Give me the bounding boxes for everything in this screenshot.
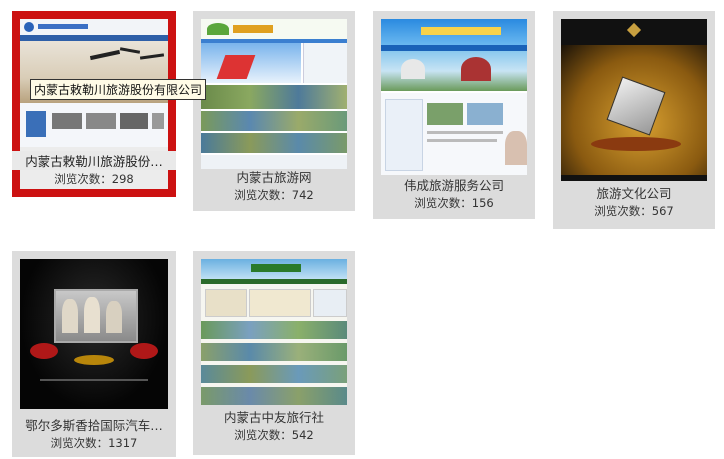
template-views-3: 浏览次数：156: [414, 196, 494, 210]
template-thumbnail-2[interactable]: [201, 19, 347, 169]
template-card-4[interactable]: 旅游文化公司 浏览次数：567: [553, 11, 715, 229]
template-thumbnail-5[interactable]: [20, 259, 168, 409]
template-thumbnail-4[interactable]: [561, 19, 707, 181]
tooltip: 内蒙古敕勒川旅游股份有限公司: [30, 79, 207, 100]
template-card-6[interactable]: 内蒙古中友旅行社 浏览次数：542: [193, 251, 355, 455]
template-title-2[interactable]: 内蒙古旅游网: [193, 167, 355, 186]
template-title-4[interactable]: 旅游文化公司: [553, 183, 715, 202]
template-card-5[interactable]: 鄂尔多斯香拾国际汽车… 浏览次数：1317: [12, 251, 176, 457]
template-views-1: 浏览次数：298: [54, 172, 134, 186]
template-title-1[interactable]: 内蒙古敕勒川旅游股份…: [12, 151, 176, 170]
template-views-2: 浏览次数：742: [234, 188, 314, 202]
template-title-5[interactable]: 鄂尔多斯香拾国际汽车…: [12, 415, 176, 434]
template-card-2[interactable]: 内蒙古旅游网 浏览次数：742: [193, 11, 355, 211]
template-card-1[interactable]: 内蒙古敕勒川旅游股份… 浏览次数：298: [12, 11, 176, 197]
template-card-3[interactable]: 伟成旅游服务公司 浏览次数：156: [373, 11, 535, 219]
template-title-6[interactable]: 内蒙古中友旅行社: [193, 407, 355, 426]
template-thumbnail-3[interactable]: [381, 19, 527, 175]
template-views-5: 浏览次数：1317: [50, 436, 138, 450]
template-thumbnail-6[interactable]: [201, 259, 347, 405]
template-views-6: 浏览次数：542: [234, 428, 314, 442]
template-title-3[interactable]: 伟成旅游服务公司: [373, 175, 535, 194]
template-views-4: 浏览次数：567: [594, 204, 674, 218]
